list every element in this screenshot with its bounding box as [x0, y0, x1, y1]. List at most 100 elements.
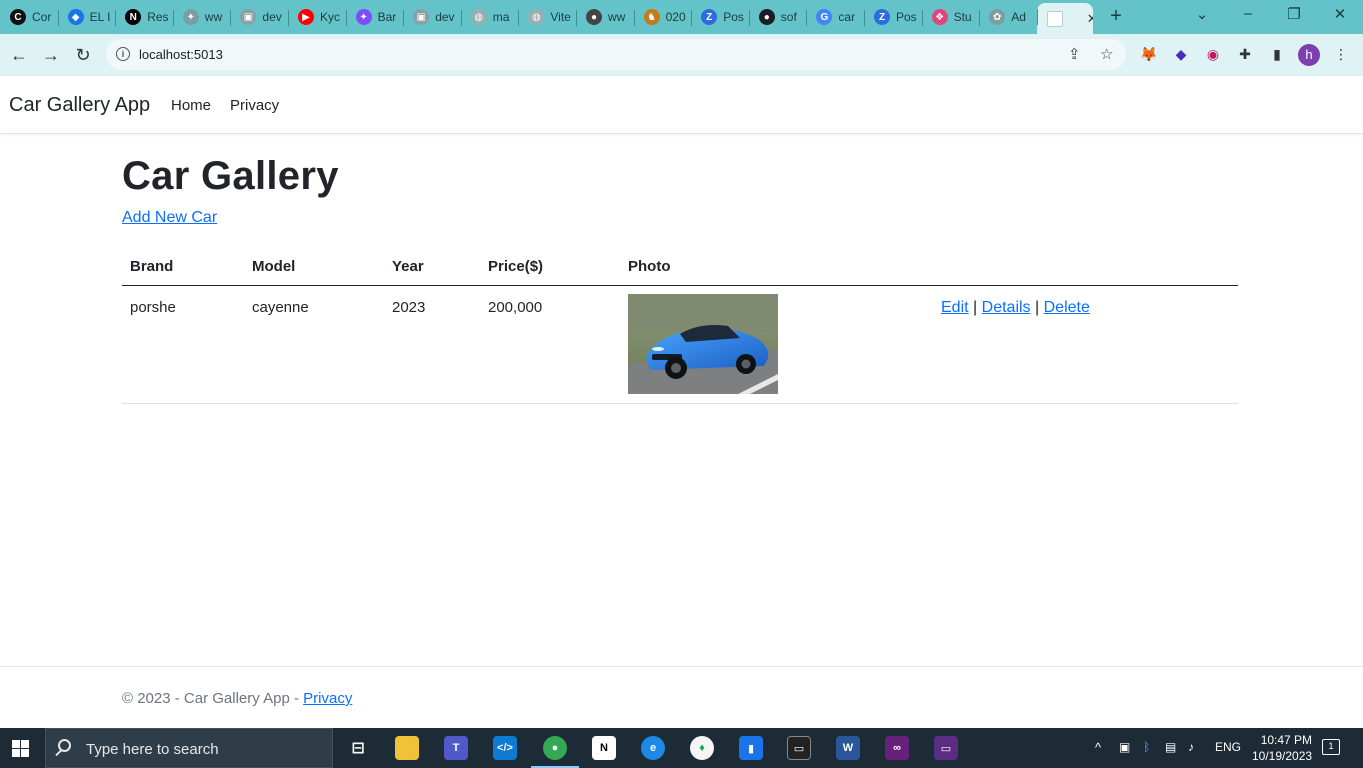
address-url[interactable]: localhost:5013 — [139, 47, 223, 62]
nav-link-privacy[interactable]: Privacy — [230, 97, 279, 114]
diamond-icon: ◆ — [67, 9, 84, 25]
task-view-icon[interactable]: ⊟ — [346, 736, 370, 760]
browser-tab[interactable]: ◆ EL I — [57, 4, 116, 30]
browser-tab[interactable]: ◍ Vite — [518, 4, 576, 30]
back-icon[interactable]: ← — [8, 44, 30, 66]
record-icon[interactable]: ◉ — [1204, 45, 1222, 63]
browser-tab-active[interactable]: ✕ — [1036, 3, 1093, 34]
browser-tab[interactable]: Z Pos — [691, 4, 749, 30]
mongodb-icon[interactable]: ♦ — [690, 736, 714, 760]
extensions-puzzle-icon[interactable]: ✚ — [1236, 45, 1254, 63]
browser-tab[interactable]: ▶ Kyc — [288, 4, 346, 30]
column-header-model: Model — [252, 258, 296, 275]
edge-icon[interactable]: e — [641, 736, 665, 760]
browser-tab[interactable]: Z Pos — [864, 4, 922, 30]
side-panel-icon[interactable]: ▮ — [1268, 45, 1286, 63]
close-window-icon[interactable]: ✕ — [1330, 5, 1350, 23]
forward-icon[interactable]: → — [40, 44, 62, 66]
browser-tab[interactable]: ● sof — [748, 4, 807, 30]
share-icon[interactable]: ⇪ — [1068, 45, 1081, 63]
clock-date: 10/19/2023 — [1252, 749, 1313, 763]
page-icon — [1046, 10, 1063, 27]
browser-tab[interactable]: ✦ Bar — [345, 4, 404, 30]
browser-tab[interactable]: Gcar — [806, 4, 864, 30]
taskbar-search-box[interactable]: Type here to search — [45, 728, 333, 768]
footer-copyright: © 2023 - Car Gallery App - — [122, 690, 304, 707]
browser-tab[interactable]: ▣ dev — [230, 4, 288, 30]
details-link[interactable]: Details — [982, 299, 1031, 316]
column-header-price: Price($) — [488, 258, 544, 275]
tab-title: dev — [435, 10, 455, 24]
puzzle-icon: ✦ — [182, 9, 199, 25]
visual-studio-icon[interactable]: ∞ — [885, 736, 909, 760]
taskbar-clock[interactable]: 10:47 PM 10/19/2023 — [1252, 732, 1312, 764]
action-separator: | — [973, 299, 978, 316]
footer-privacy-link[interactable]: Privacy — [303, 690, 352, 707]
site-brand[interactable]: Car Gallery App — [9, 94, 150, 117]
language-indicator[interactable]: ENG — [1215, 740, 1241, 754]
nav-link-home[interactable]: Home — [171, 97, 211, 114]
notion-icon[interactable]: N — [592, 736, 616, 760]
word-icon[interactable]: W — [836, 736, 860, 760]
chrome-icon[interactable]: ● — [543, 736, 567, 760]
footer-text: © 2023 - Car Gallery App - Privacy — [122, 690, 352, 707]
app-icon[interactable]: ▮ — [739, 736, 763, 760]
file-explorer-icon[interactable] — [395, 736, 419, 760]
browser-tab[interactable]: ❖ Stu — [921, 4, 980, 30]
site-footer: © 2023 - Car Gallery App - Privacy — [0, 666, 1363, 728]
notification-center-icon[interactable]: 1 — [1322, 739, 1340, 755]
extension-badge-icon[interactable]: ◆ — [1172, 45, 1190, 63]
network-icon[interactable]: ▤ — [1165, 740, 1176, 754]
tab-search-icon[interactable]: ⌄ — [1192, 5, 1212, 23]
console-icon[interactable]: ▭ — [934, 736, 958, 760]
address-bar[interactable]: i localhost:5013 ⇪ ☆ — [106, 39, 1126, 70]
browser-tab[interactable]: ✿ Ad — [979, 4, 1037, 30]
browser-tab[interactable]: ◍ ma — [460, 4, 519, 30]
clock-time: 10:47 PM — [1260, 733, 1313, 747]
profile-avatar[interactable]: h — [1298, 44, 1320, 66]
tab-title: ww — [204, 10, 223, 24]
browser-tab[interactable]: ✦ ww — [172, 4, 231, 30]
browser-tab-strip: C Cor ◆ EL I N Res ✦ ww ▣ dev ▶ Kyc ✦ Bar ▣ dev ◍ ma ◍ Vite… — [0, 0, 1363, 34]
restore-icon[interactable]: ❐ — [1284, 5, 1304, 23]
volume-icon[interactable]: ♪ — [1188, 740, 1194, 754]
column-header-brand: Brand — [130, 258, 174, 275]
browser-menu-icon[interactable]: ⋮ — [1332, 45, 1350, 63]
new-tab-button[interactable]: + — [1106, 6, 1126, 26]
bluetooth-icon[interactable]: ᛒ — [1143, 740, 1150, 754]
tab-title: Pos — [723, 10, 744, 24]
row-actions: Edit | Details | Delete — [941, 299, 1090, 317]
add-new-car-link[interactable]: Add New Car — [122, 209, 217, 227]
browser-tab[interactable]: ● ww — [576, 4, 634, 30]
tab-title: Kyc — [320, 10, 341, 24]
camera-icon[interactable]: ▣ — [1119, 740, 1130, 754]
tab-close-icon[interactable]: ✕ — [1087, 11, 1093, 27]
terminal-icon[interactable]: ▭ — [787, 736, 811, 760]
bookmark-star-icon[interactable]: ☆ — [1100, 45, 1113, 63]
site-info-icon[interactable]: i — [116, 47, 130, 61]
tray-overflow-icon[interactable]: ^ — [1095, 740, 1101, 755]
site-navbar: Car Gallery App Home Privacy — [0, 76, 1363, 134]
zotero-icon: Z — [874, 9, 890, 25]
taskbar-search-placeholder[interactable]: Type here to search — [86, 741, 219, 758]
google-icon: G — [816, 9, 833, 25]
vscode-icon[interactable]: </> — [493, 736, 517, 760]
edit-link[interactable]: Edit — [941, 299, 969, 316]
table-row: porshe cayenne 2023 200,000 Edit | Detai… — [122, 286, 1238, 404]
web-page: Car Gallery App Home Privacy Car Gallery… — [0, 76, 1363, 728]
figma-icon: ❖ — [931, 9, 948, 25]
browser-tab[interactable]: N Res — [115, 4, 173, 30]
teams-icon[interactable]: T — [444, 736, 468, 760]
openai-icon: ✿ — [989, 9, 1006, 25]
browser-tab[interactable]: ♞ 020 — [633, 4, 692, 30]
metamask-icon[interactable]: 🦊 — [1140, 45, 1158, 63]
delete-link[interactable]: Delete — [1044, 299, 1090, 316]
cube-icon: ▣ — [413, 9, 430, 25]
windows-start-icon[interactable] — [12, 740, 29, 757]
tab-title: EL I — [89, 10, 111, 24]
browser-tab[interactable]: C Cor — [0, 4, 58, 30]
reload-icon[interactable]: ↻ — [72, 44, 94, 66]
minimize-icon[interactable]: – — [1238, 5, 1258, 22]
cell-year: 2023 — [392, 299, 426, 316]
browser-tab[interactable]: ▣ dev — [403, 4, 461, 30]
